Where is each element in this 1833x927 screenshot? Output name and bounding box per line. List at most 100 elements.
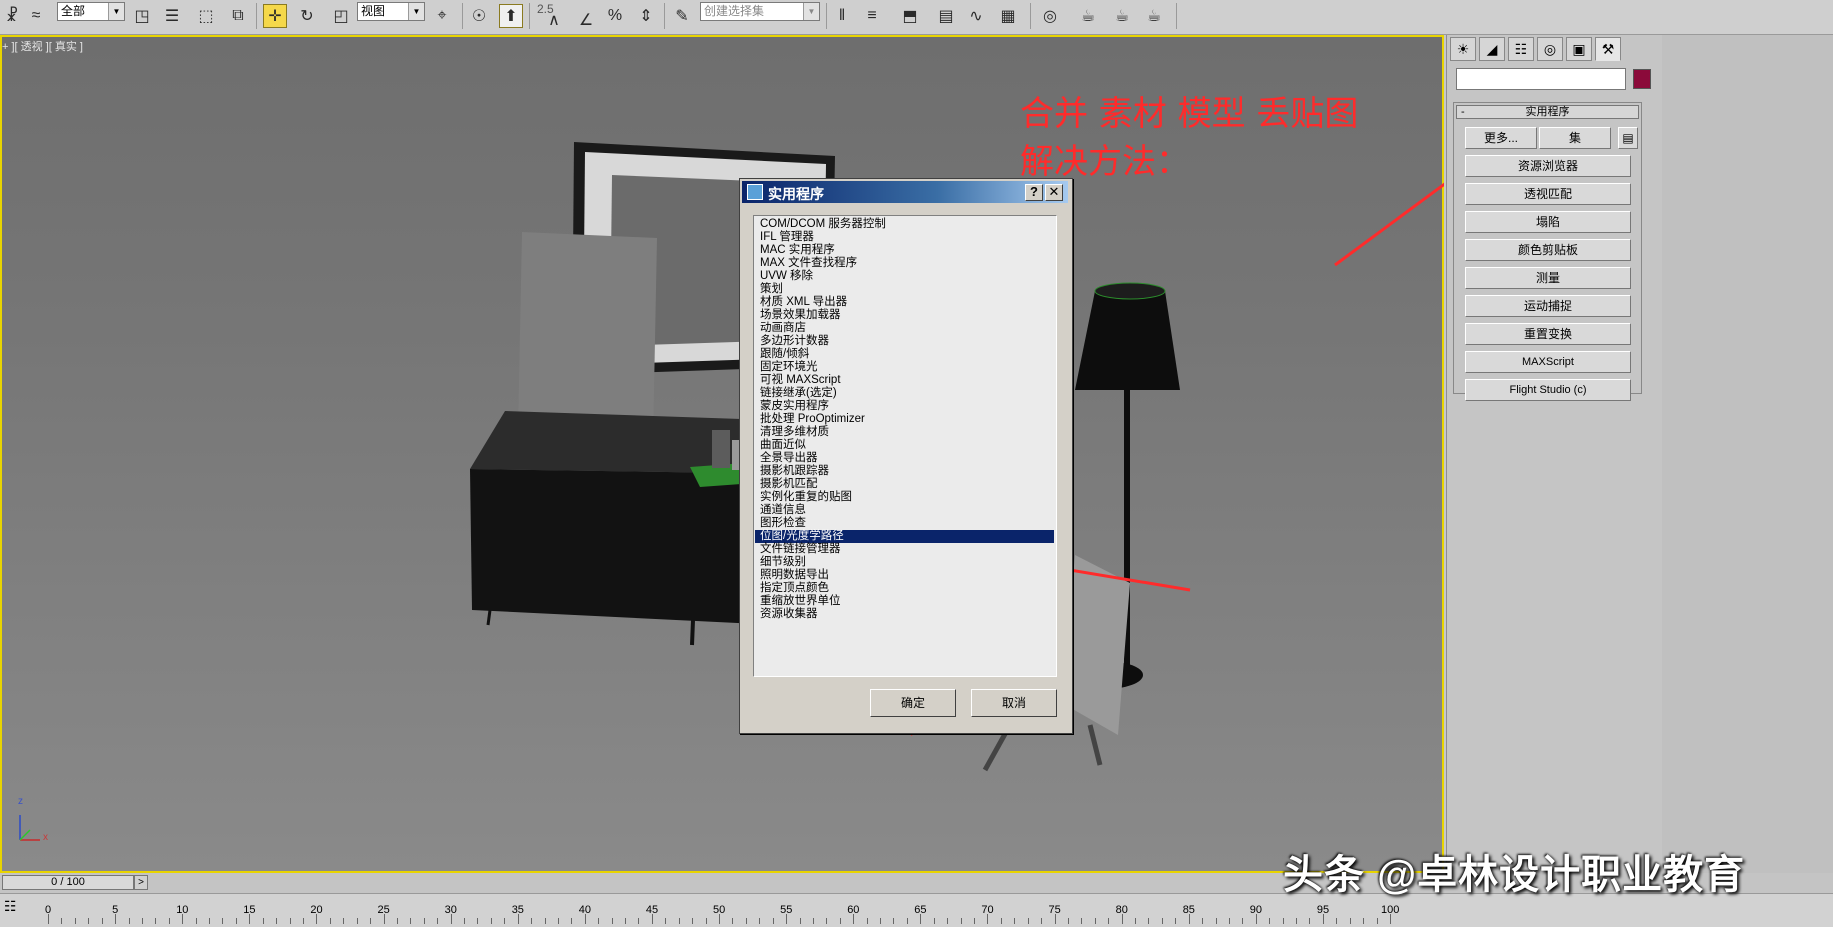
tick-mark [437, 918, 439, 924]
watermark-text: 头条 @卓林设计职业教育 [1283, 853, 1746, 897]
list-item[interactable]: 全景导出器 [759, 452, 1056, 465]
sets-button[interactable]: 集 [1539, 127, 1611, 149]
utility-button[interactable]: 塌陷 [1465, 211, 1631, 233]
chevron-down-icon: ▼ [803, 3, 819, 20]
list-item[interactable]: 蒙皮实用程序 [759, 400, 1056, 413]
list-item[interactable]: 图形检查 [759, 517, 1056, 530]
ok-button[interactable]: 确定 [870, 689, 956, 717]
rollout-header[interactable]: - 实用程序 [1456, 105, 1639, 119]
list-item[interactable]: 动画商店 [759, 322, 1056, 335]
list-item[interactable]: 策划 [759, 283, 1056, 296]
named-selection-dropdown[interactable]: 创建选择集 ▼ [700, 2, 820, 21]
selection-filter-dropdown[interactable]: 全部 ▼ [57, 2, 125, 21]
modify-tab-icon[interactable]: ◢ [1479, 37, 1505, 61]
list-item[interactable]: 摄影机匹配 [759, 478, 1056, 491]
track-bar-icon[interactable]: ☷ [4, 898, 17, 915]
help-button[interactable]: ? [1025, 184, 1043, 201]
utilities-tab-icon[interactable]: ⚒ [1595, 37, 1621, 61]
list-item[interactable]: 重缩放世界单位 [759, 595, 1056, 608]
list-item[interactable]: 清理多维材质 [759, 426, 1056, 439]
select-and-rotate-icon[interactable]: ↻ [295, 4, 319, 28]
utility-button[interactable]: 资源浏览器 [1465, 155, 1631, 177]
list-item[interactable]: MAC 实用程序 [759, 244, 1056, 257]
spinner-snap-icon[interactable]: ⇕ [634, 4, 658, 28]
motion-tab-icon[interactable]: ◎ [1537, 37, 1563, 61]
object-color-swatch[interactable] [1633, 69, 1651, 89]
dialog-titlebar[interactable]: 实用程序 ? ✕ [742, 181, 1068, 203]
utility-button[interactable]: MAXScript [1465, 351, 1631, 373]
utility-button[interactable]: 透视匹配 [1465, 183, 1631, 205]
utility-button[interactable]: 测量 [1465, 267, 1631, 289]
list-item[interactable]: UVW 移除 [759, 270, 1056, 283]
next-frame-button[interactable]: > [134, 875, 148, 890]
close-button[interactable]: ✕ [1045, 184, 1063, 201]
unlink-icon[interactable]: ☧ [0, 4, 24, 28]
rectangular-selection-icon[interactable]: ⬚ [194, 4, 218, 28]
list-item[interactable]: 链接继承(选定) [759, 387, 1056, 400]
time-slider[interactable]: 0 / 100 [2, 875, 134, 890]
snaps-toggle-icon[interactable]: ∧ [542, 8, 566, 32]
render-setup-icon[interactable]: ☕ [1076, 4, 1100, 28]
list-item[interactable]: 照明数据导出 [759, 569, 1056, 582]
list-item[interactable]: 摄影机跟踪器 [759, 465, 1056, 478]
list-item[interactable]: 实例化重复的贴图 [759, 491, 1056, 504]
schematic-view-icon[interactable]: ▦ [996, 4, 1020, 28]
list-item[interactable]: 材质 XML 导出器 [759, 296, 1056, 309]
graphite-ribbon-icon[interactable]: ▤ [934, 4, 958, 28]
select-manipulate-icon[interactable]: ☉ [467, 4, 491, 28]
list-item[interactable]: 曲面近似 [759, 439, 1056, 452]
utility-button[interactable]: 重置变换 [1465, 323, 1631, 345]
select-object-icon[interactable]: ◳ [130, 4, 154, 28]
keyboard-shortcut-override-icon[interactable]: ⬆ [499, 4, 523, 28]
utility-button[interactable]: 颜色剪贴板 [1465, 239, 1631, 261]
bind-space-warp-icon[interactable]: ≈ [24, 4, 48, 28]
list-item[interactable]: 跟随/倾斜 [759, 348, 1056, 361]
list-item[interactable]: 固定环境光 [759, 361, 1056, 374]
tick-mark [249, 914, 251, 924]
angle-snap-icon[interactable]: ∠ [574, 8, 598, 32]
window-crossing-icon[interactable]: ⧉ [226, 4, 250, 28]
curve-editor-icon[interactable]: ∿ [964, 4, 988, 28]
list-item[interactable]: 多边形计数器 [759, 335, 1056, 348]
list-item[interactable]: 通道信息 [759, 504, 1056, 517]
list-item[interactable]: 细节级别 [759, 556, 1056, 569]
list-item[interactable]: 资源收集器 [759, 608, 1056, 621]
material-editor-icon[interactable]: ◎ [1038, 4, 1062, 28]
create-tab-icon[interactable]: ☀ [1450, 37, 1476, 61]
select-and-scale-icon[interactable]: ◰ [329, 4, 353, 28]
pivot-center-icon[interactable]: ⌖ [430, 4, 454, 28]
more-button[interactable]: 更多... [1465, 127, 1537, 149]
display-tab-icon[interactable]: ▣ [1566, 37, 1592, 61]
reference-coordinate-dropdown[interactable]: 视图 ▼ [357, 2, 425, 21]
tick-mark [839, 918, 841, 924]
cancel-button[interactable]: 取消 [971, 689, 1057, 717]
percent-snap-icon[interactable]: % [603, 4, 627, 28]
list-item[interactable]: 文件链接管理器 [759, 543, 1056, 556]
tick-mark [799, 918, 801, 924]
rendered-frame-window-icon[interactable]: ☕ [1110, 4, 1134, 28]
list-item[interactable]: 场景效果加载器 [759, 309, 1056, 322]
utilities-list[interactable]: COM/DCOM 服务器控制 IFL 管理器 MAC 实用程序 MAX 文件查找程序 U… [753, 215, 1057, 677]
list-item[interactable]: 指定顶点颜色 [759, 582, 1056, 595]
list-item[interactable]: IFL 管理器 [759, 231, 1056, 244]
configure-button-sets-icon[interactable]: ▤ [1618, 127, 1638, 149]
tick-mark [88, 918, 90, 924]
utility-button[interactable]: Flight Studio (c) [1465, 379, 1631, 401]
list-item[interactable]: MAX 文件查找程序 [759, 257, 1056, 270]
list-item[interactable]: 位图/光度学路径 [755, 530, 1054, 543]
align-icon[interactable]: ≡ [860, 4, 884, 28]
object-name-field[interactable] [1456, 68, 1626, 90]
render-production-icon[interactable]: ☕ [1142, 4, 1166, 28]
select-by-name-icon[interactable]: ☰ [160, 4, 184, 28]
tick-mark [48, 914, 49, 924]
hierarchy-tab-icon[interactable]: ☷ [1508, 37, 1534, 61]
list-item[interactable]: 批处理 ProOptimizer [759, 413, 1056, 426]
layer-manager-icon[interactable]: ⬒ [898, 4, 922, 28]
select-and-move-icon[interactable]: ✛ [263, 4, 287, 28]
perspective-viewport[interactable]: + ][ 透视 ][ 真实 ] z x 合并 素材 模型 丢贴图 解决方法： [0, 35, 1444, 873]
list-item[interactable]: COM/DCOM 服务器控制 [759, 218, 1056, 231]
utility-button[interactable]: 运动捕捉 [1465, 295, 1631, 317]
edit-named-selection-icon[interactable]: ✎ [670, 4, 694, 28]
list-item[interactable]: 可视 MAXScript [759, 374, 1056, 387]
mirror-icon[interactable]: ‖ [830, 4, 854, 28]
